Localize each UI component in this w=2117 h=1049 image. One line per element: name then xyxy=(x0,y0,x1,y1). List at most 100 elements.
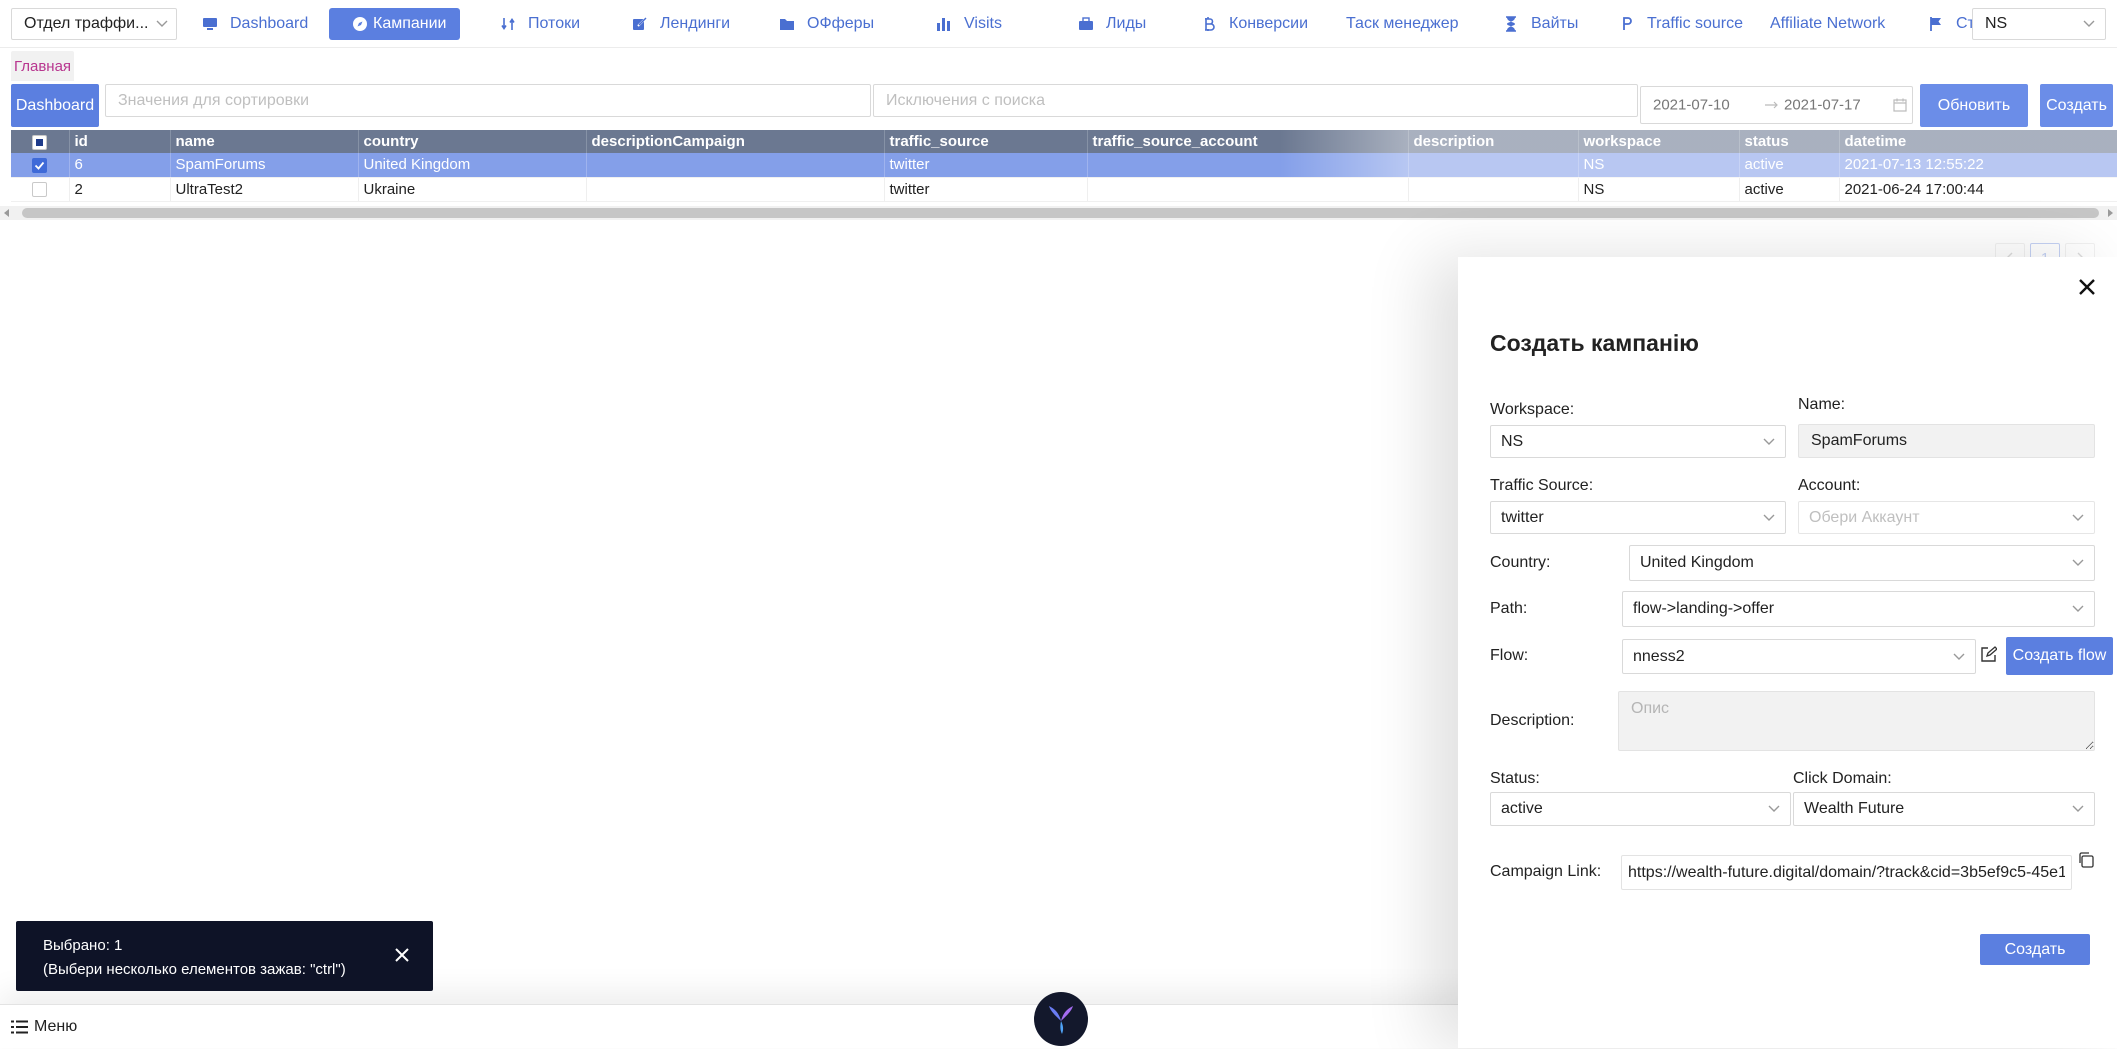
check-icon xyxy=(35,161,45,170)
nav-leads[interactable]: Лиды xyxy=(1078,8,1146,40)
column-header[interactable]: status xyxy=(1739,130,1840,153)
dashboard-button[interactable]: Dashboard xyxy=(11,84,99,127)
flow-label: Flow: xyxy=(1490,647,1529,664)
cell-datetime: 2021-06-24 17:00:44 xyxy=(1839,177,2117,202)
edit-icon xyxy=(633,17,647,30)
scroll-left-icon[interactable] xyxy=(3,209,11,217)
select-all-checkbox[interactable] xyxy=(32,134,48,150)
row-checkbox[interactable] xyxy=(32,157,48,173)
selection-toast: Выбрано: 1 (Выбери несколько елементов з… xyxy=(16,921,433,991)
create-button[interactable]: Создать xyxy=(2040,84,2113,127)
cell-name: UltraTest2 xyxy=(170,177,359,202)
campaign-link-input[interactable] xyxy=(1621,855,2072,890)
path-label: Path: xyxy=(1490,600,1528,617)
column-header[interactable]: workspace xyxy=(1578,130,1740,153)
nav-whites[interactable]: Вайты xyxy=(1503,8,1578,40)
account-label: Account: xyxy=(1798,477,1861,494)
cell-traffic-source: twitter xyxy=(884,153,1088,178)
path-value: flow->landing->offer xyxy=(1633,600,1775,617)
cell-status: active xyxy=(1739,177,1840,202)
nav-label: Конверсии xyxy=(1229,15,1309,32)
status-select[interactable]: active xyxy=(1490,792,1791,826)
flow-select[interactable]: nness2 xyxy=(1622,639,1976,674)
horizontal-scrollbar[interactable] xyxy=(0,206,2117,220)
close-icon[interactable] xyxy=(394,947,410,963)
menu-label: Меню xyxy=(34,1018,78,1035)
table-row[interactable]: 6 SpamForums United Kingdom twitter NS a… xyxy=(11,153,2117,178)
column-header[interactable]: traffic_source_account xyxy=(1087,130,1409,153)
traffic-source-select[interactable]: twitter xyxy=(1490,501,1786,534)
nav-traffic-source[interactable]: Traffic source xyxy=(1619,8,1743,40)
column-header[interactable]: traffic_source xyxy=(884,130,1088,153)
table-row[interactable]: 2 UltraTest2 Ukraine twitter NS active 2… xyxy=(11,177,2117,202)
chevron-down-icon xyxy=(1953,653,1965,660)
workspace-select[interactable]: NS xyxy=(1972,8,2106,40)
column-header[interactable]: id xyxy=(69,130,171,153)
workspace-label: Workspace: xyxy=(1490,401,1575,418)
status-value: active xyxy=(1501,800,1543,817)
date-to[interactable]: 2021-07-17 xyxy=(1784,97,1861,114)
tab-home[interactable]: Главная xyxy=(11,51,74,81)
nav-affiliate-network[interactable]: Affiliate Network xyxy=(1770,8,1892,40)
drawer-title: Создать кампанію xyxy=(1490,330,1699,356)
refresh-button[interactable]: Обновить xyxy=(1920,84,2028,127)
edit-flow-icon[interactable] xyxy=(1980,646,1997,663)
row-checkbox[interactable] xyxy=(32,182,48,198)
chevron-down-icon xyxy=(1763,514,1775,521)
country-select[interactable]: United Kingdom xyxy=(1629,545,2095,581)
traffic-source-label: Traffic Source: xyxy=(1490,477,1594,494)
column-header[interactable]: country xyxy=(358,130,587,153)
country-value: United Kingdom xyxy=(1640,554,1754,571)
monitor-icon xyxy=(203,18,217,30)
date-range-picker[interactable]: 2021-07-10 2021-07-17 xyxy=(1640,86,1913,124)
menu-button[interactable]: Меню xyxy=(11,1005,77,1049)
account-select[interactable]: Обери Аккаунт xyxy=(1798,501,2095,534)
copy-icon[interactable] xyxy=(2077,851,2095,869)
nav-dashboard[interactable]: Dashboard xyxy=(202,8,308,40)
nav-label: Лендинги xyxy=(660,15,731,32)
workspace-field-value: NS xyxy=(1501,432,1524,450)
flow-value: nness2 xyxy=(1633,647,1685,665)
nav-label: Dashboard xyxy=(230,15,309,32)
close-icon[interactable] xyxy=(2078,278,2096,296)
column-header[interactable]: datetime xyxy=(1839,130,2117,153)
create-flow-button[interactable]: Создать flow xyxy=(2006,637,2113,675)
cell-status: active xyxy=(1739,153,1840,178)
nav-offers[interactable]: ОФферы xyxy=(779,8,874,40)
search-exclusions-input[interactable] xyxy=(873,84,1638,117)
path-select[interactable]: flow->landing->offer xyxy=(1622,591,2095,627)
date-from[interactable]: 2021-07-10 xyxy=(1653,97,1730,114)
nav-task-manager[interactable]: Таск менеджер xyxy=(1346,8,1459,40)
tab-home-label: Главная xyxy=(13,57,72,75)
description-textarea[interactable] xyxy=(1618,691,2095,751)
status-label: Status: xyxy=(1490,770,1540,787)
chevron-down-icon xyxy=(2072,605,2084,612)
cell-country: Ukraine xyxy=(358,177,587,202)
nav-flows[interactable]: Потоки xyxy=(500,8,580,40)
cell-description-campaign xyxy=(586,153,885,178)
column-header[interactable]: name xyxy=(170,130,359,153)
create-campaign-drawer: Создать кампанію Workspace: NS Name: Tra… xyxy=(1458,257,2117,1048)
calendar-icon xyxy=(1893,98,1907,112)
scroll-right-icon[interactable] xyxy=(2106,209,2114,217)
workspace-field[interactable]: NS xyxy=(1490,425,1786,458)
nav-conversions[interactable]: Конверсии xyxy=(1201,8,1308,40)
department-select[interactable]: Отдел траффи... xyxy=(11,8,177,40)
app-logo-icon[interactable] xyxy=(1034,992,1088,1046)
scrollbar-thumb[interactable] xyxy=(22,208,2099,218)
column-header[interactable]: description xyxy=(1408,130,1579,153)
nav-statistics[interactable]: Ст xyxy=(1928,8,1975,40)
nav-landings[interactable]: Лендинги xyxy=(632,8,730,40)
nav-label: Affiliate Network xyxy=(1770,15,1886,32)
nav-visits[interactable]: Visits xyxy=(936,8,1002,40)
submit-create-button[interactable]: Создать xyxy=(1980,934,2090,965)
column-header[interactable]: descriptionCampaign xyxy=(586,130,885,153)
name-input[interactable] xyxy=(1798,424,2095,458)
click-domain-select[interactable]: Wealth Future xyxy=(1793,792,2095,826)
hourglass-icon xyxy=(1506,16,1516,32)
folder-icon xyxy=(780,19,794,30)
sort-values-input[interactable] xyxy=(105,84,871,117)
nav-campaigns[interactable]: Кампании xyxy=(329,8,460,40)
p-letter-icon xyxy=(1623,17,1632,30)
cell-workspace: NS xyxy=(1578,177,1740,202)
